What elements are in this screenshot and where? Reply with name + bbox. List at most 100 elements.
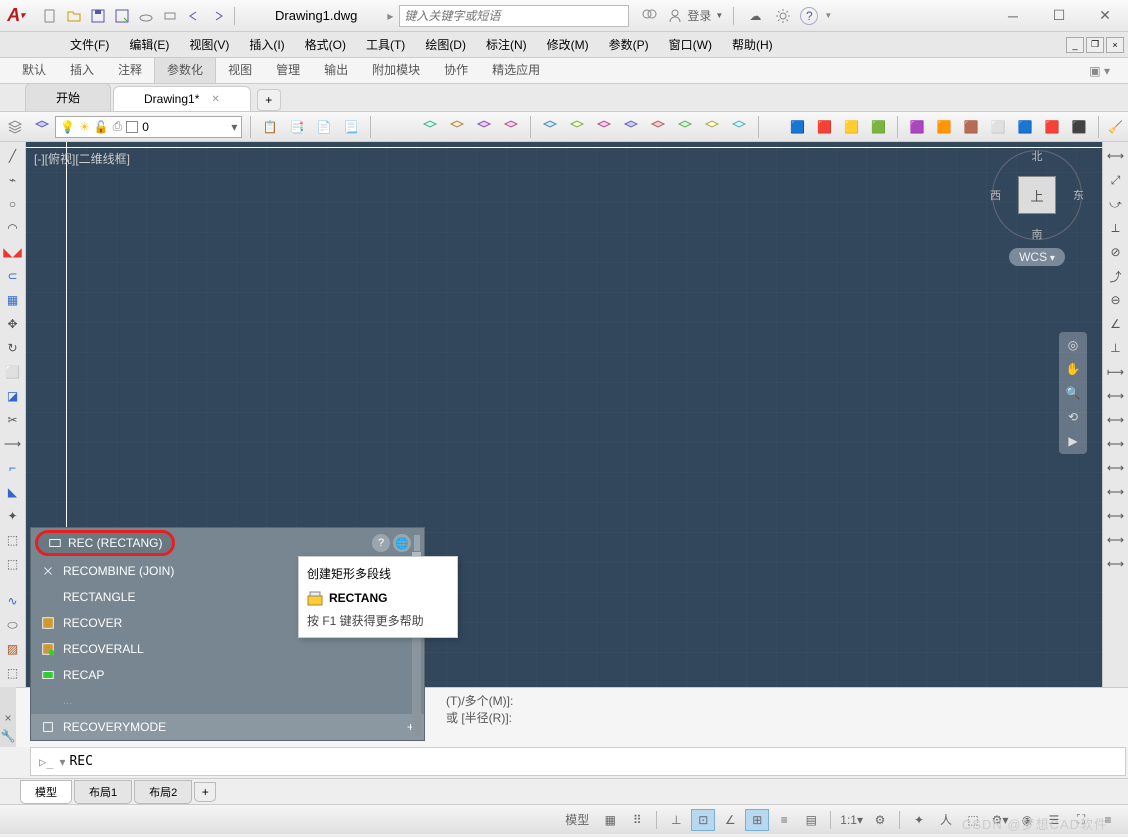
arc-icon[interactable]: ◠ — [3, 218, 23, 238]
dim-ordinate-icon[interactable]: ⟂ — [1106, 218, 1126, 238]
globe-icon[interactable]: 🌐 — [393, 534, 411, 552]
dim-diameter-icon[interactable]: ⊖ — [1106, 290, 1126, 310]
layer-props-icon[interactable] — [4, 116, 26, 138]
menu-draw[interactable]: 绘图(D) — [415, 32, 476, 57]
plot-icon[interactable] — [160, 6, 180, 26]
annoscale-icon[interactable]: 人 — [934, 809, 958, 831]
lineweight-icon[interactable]: ≡ — [772, 809, 796, 831]
dim-icon[interactable]: ⟷ — [1106, 458, 1126, 478]
save-icon[interactable] — [88, 6, 108, 26]
layer-iso-icon[interactable] — [446, 116, 468, 138]
layout-tab-2[interactable]: 布局2 — [134, 780, 192, 804]
open-icon[interactable] — [64, 6, 84, 26]
viewcube[interactable]: 北 南 西 东 上 WCS ▾ — [987, 150, 1087, 280]
explode-icon[interactable]: ✦ — [3, 506, 23, 526]
tool-icon[interactable]: ⬚ — [3, 554, 23, 574]
close-icon[interactable]: ✕ — [211, 94, 219, 105]
block-icon[interactable]: 🟩 — [867, 116, 889, 138]
help-search[interactable] — [399, 5, 629, 27]
block-icon[interactable]: 🟧 — [933, 116, 955, 138]
redo-icon[interactable] — [208, 6, 228, 26]
mirror-icon[interactable]: ◣◢ — [3, 242, 23, 262]
menu-modify[interactable]: 修改(M) — [537, 32, 599, 57]
menu-parametric[interactable]: 参数(P) — [599, 32, 659, 57]
otrack-icon[interactable]: ⊞ — [745, 809, 769, 831]
app-logo[interactable]: A▾ — [0, 0, 32, 32]
wrench-icon[interactable]: 🔧 — [1, 729, 16, 743]
layer-tool-icon[interactable]: 📑 — [286, 116, 308, 138]
layer-iso-icon[interactable] — [500, 116, 522, 138]
block-icon[interactable]: ⬜ — [987, 116, 1009, 138]
menu-insert[interactable]: 插入(I) — [239, 32, 294, 57]
grid-icon[interactable]: ▦ — [598, 809, 622, 831]
navigation-bar[interactable]: ◎ ✋ 🔍 ⟲ ▶ — [1059, 332, 1087, 454]
block-icon[interactable]: 🟨 — [840, 116, 862, 138]
layer-iso-icon[interactable] — [566, 116, 588, 138]
tab-featured[interactable]: 精选应用 — [480, 56, 552, 83]
hatch-icon[interactable]: ▨ — [3, 639, 23, 659]
fillet-icon[interactable]: ⌐ — [3, 458, 23, 478]
help-icon[interactable]: ? — [372, 534, 390, 552]
block-icon[interactable]: 🟦 — [1014, 116, 1036, 138]
annomonitor-icon[interactable]: ✦ — [907, 809, 931, 831]
dim-icon[interactable]: ⟷ — [1106, 482, 1126, 502]
new-tab-button[interactable]: + — [257, 89, 281, 111]
menu-format[interactable]: 格式(O) — [295, 32, 356, 57]
dim-icon[interactable]: ⟷ — [1106, 506, 1126, 526]
osnap-icon[interactable]: ∠ — [718, 809, 742, 831]
layer-iso-icon[interactable] — [674, 116, 696, 138]
undo-icon[interactable] — [184, 6, 204, 26]
dim-jog-icon[interactable]: ⤴ — [1106, 266, 1126, 286]
polar-icon[interactable]: ⊡ — [691, 809, 715, 831]
menu-view[interactable]: 视图(V) — [179, 32, 239, 57]
pan-icon[interactable]: ✋ — [1066, 362, 1081, 376]
tab-manage[interactable]: 管理 — [264, 56, 312, 83]
tab-annotate[interactable]: 注释 — [106, 56, 154, 83]
dim-baseline-icon[interactable]: ⊥ — [1106, 338, 1126, 358]
dim-linear-icon[interactable]: ⟷ — [1106, 146, 1126, 166]
layer-tool-icon[interactable]: 📋 — [259, 116, 281, 138]
trim-icon[interactable]: ✂ — [3, 410, 23, 430]
dim-icon[interactable]: ⟷ — [1106, 410, 1126, 430]
viewport-label[interactable]: [-][俯视][二维线框] — [34, 150, 130, 167]
search-input[interactable] — [404, 9, 624, 23]
viewcube-top[interactable]: 上 — [1018, 176, 1056, 214]
snapmode-icon[interactable]: ⠿ — [625, 809, 649, 831]
tab-addins[interactable]: 附加模块 — [360, 56, 432, 83]
showmotion-icon[interactable]: ▶ — [1068, 434, 1077, 448]
stayconnected-icon[interactable] — [772, 5, 794, 27]
layer-states-icon[interactable] — [31, 116, 53, 138]
tab-view[interactable]: 视图 — [216, 56, 264, 83]
layer-tool-icon[interactable]: 📄 — [313, 116, 335, 138]
array-icon[interactable]: ▦ — [3, 290, 23, 310]
transparency-icon[interactable]: ▤ — [799, 809, 823, 831]
palette-handle[interactable]: × 🔧 — [0, 687, 16, 747]
layer-iso-icon[interactable] — [539, 116, 561, 138]
orbit-icon[interactable]: ⟲ — [1068, 410, 1078, 424]
layout-tab-1[interactable]: 布局1 — [74, 780, 132, 804]
help-icon[interactable]: ? — [800, 7, 818, 25]
circle-icon[interactable]: ○ — [3, 194, 23, 214]
layer-iso-icon[interactable] — [593, 116, 615, 138]
tab-parametric[interactable]: 参数化 — [154, 55, 216, 83]
saveas-icon[interactable] — [112, 6, 132, 26]
block-icon[interactable]: 🟦 — [786, 116, 808, 138]
close-button[interactable]: ✕ — [1082, 0, 1128, 32]
line-icon[interactable]: ╱ — [3, 146, 23, 166]
tool-icon[interactable]: ⬚ — [3, 530, 23, 550]
cloud-icon[interactable] — [136, 6, 156, 26]
wheel-icon[interactable]: ◎ — [1068, 338, 1078, 352]
mdi-restore[interactable]: ❐ — [1086, 37, 1104, 53]
ellipse-icon[interactable]: ⬭ — [3, 615, 23, 635]
drag-handle-icon[interactable] — [414, 535, 420, 551]
layer-iso-icon[interactable] — [728, 116, 750, 138]
autocomplete-item[interactable]: ... — [31, 688, 424, 714]
ribbon-expand-icon[interactable]: ▣ ▾ — [1081, 59, 1118, 83]
autocomplete-item[interactable]: RECAP — [31, 662, 424, 688]
tab-default[interactable]: 默认 — [10, 56, 58, 83]
extend-icon[interactable]: ⟶ — [3, 434, 23, 454]
maximize-button[interactable]: ☐ — [1036, 0, 1082, 32]
tab-drawing1[interactable]: Drawing1*✕ — [113, 86, 251, 111]
dim-angular-icon[interactable]: ∠ — [1106, 314, 1126, 334]
dim-icon[interactable]: ⟷ — [1106, 434, 1126, 454]
